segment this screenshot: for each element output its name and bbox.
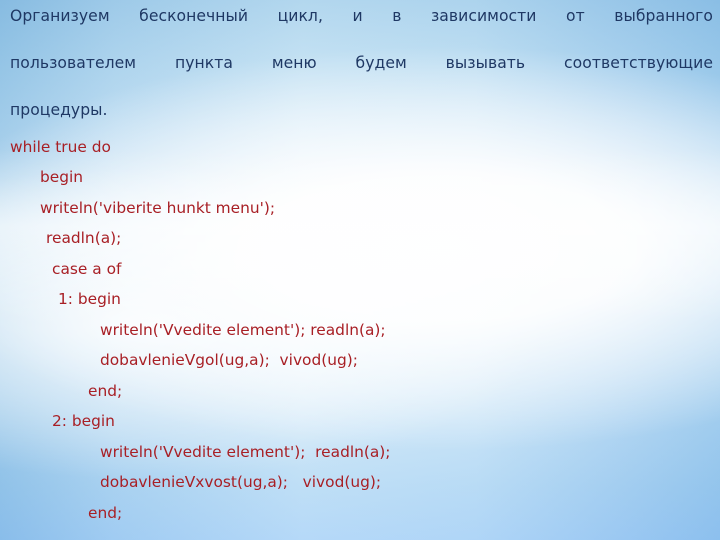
presentation-slide: Организуем бесконечный цикл, и в зависим…	[0, 0, 720, 540]
code-line: dobavlenieVxvost(ug,a); vivod(ug);	[100, 473, 382, 491]
slide-content: Организуем бесконечный цикл, и в зависим…	[0, 0, 720, 528]
intro-paragraph: Организуем бесконечный цикл, и в зависим…	[10, 5, 713, 123]
code-line: end;	[88, 381, 123, 400]
code-line: 2: begin	[52, 412, 115, 430]
code-line: while true do	[10, 137, 111, 156]
code-line: writeln('Vvedite element'); readln(a);	[100, 320, 386, 339]
code-line: end;	[88, 503, 123, 522]
code-line: dobavlenieVgol(ug,a); vivod(ug);	[100, 351, 358, 369]
paragraph-line-3: процедуры.	[10, 101, 108, 119]
paragraph-line-1: Организуем бесконечный цикл, и в зависим…	[10, 7, 713, 25]
code-line: 1: begin	[58, 290, 121, 308]
code-line: case a of	[52, 259, 122, 278]
code-line: readln(a);	[46, 229, 122, 247]
code-line: begin	[40, 168, 84, 186]
code-line: writeln('viberite hunkt menu');	[40, 198, 276, 217]
code-line: writeln('Vvedite element'); readln(a);	[100, 442, 391, 461]
pascal-code-block: while true do begin writeln('viberite hunk…	[10, 132, 712, 529]
paragraph-line-2: пользователем пункта меню будем вызывать…	[10, 54, 713, 72]
